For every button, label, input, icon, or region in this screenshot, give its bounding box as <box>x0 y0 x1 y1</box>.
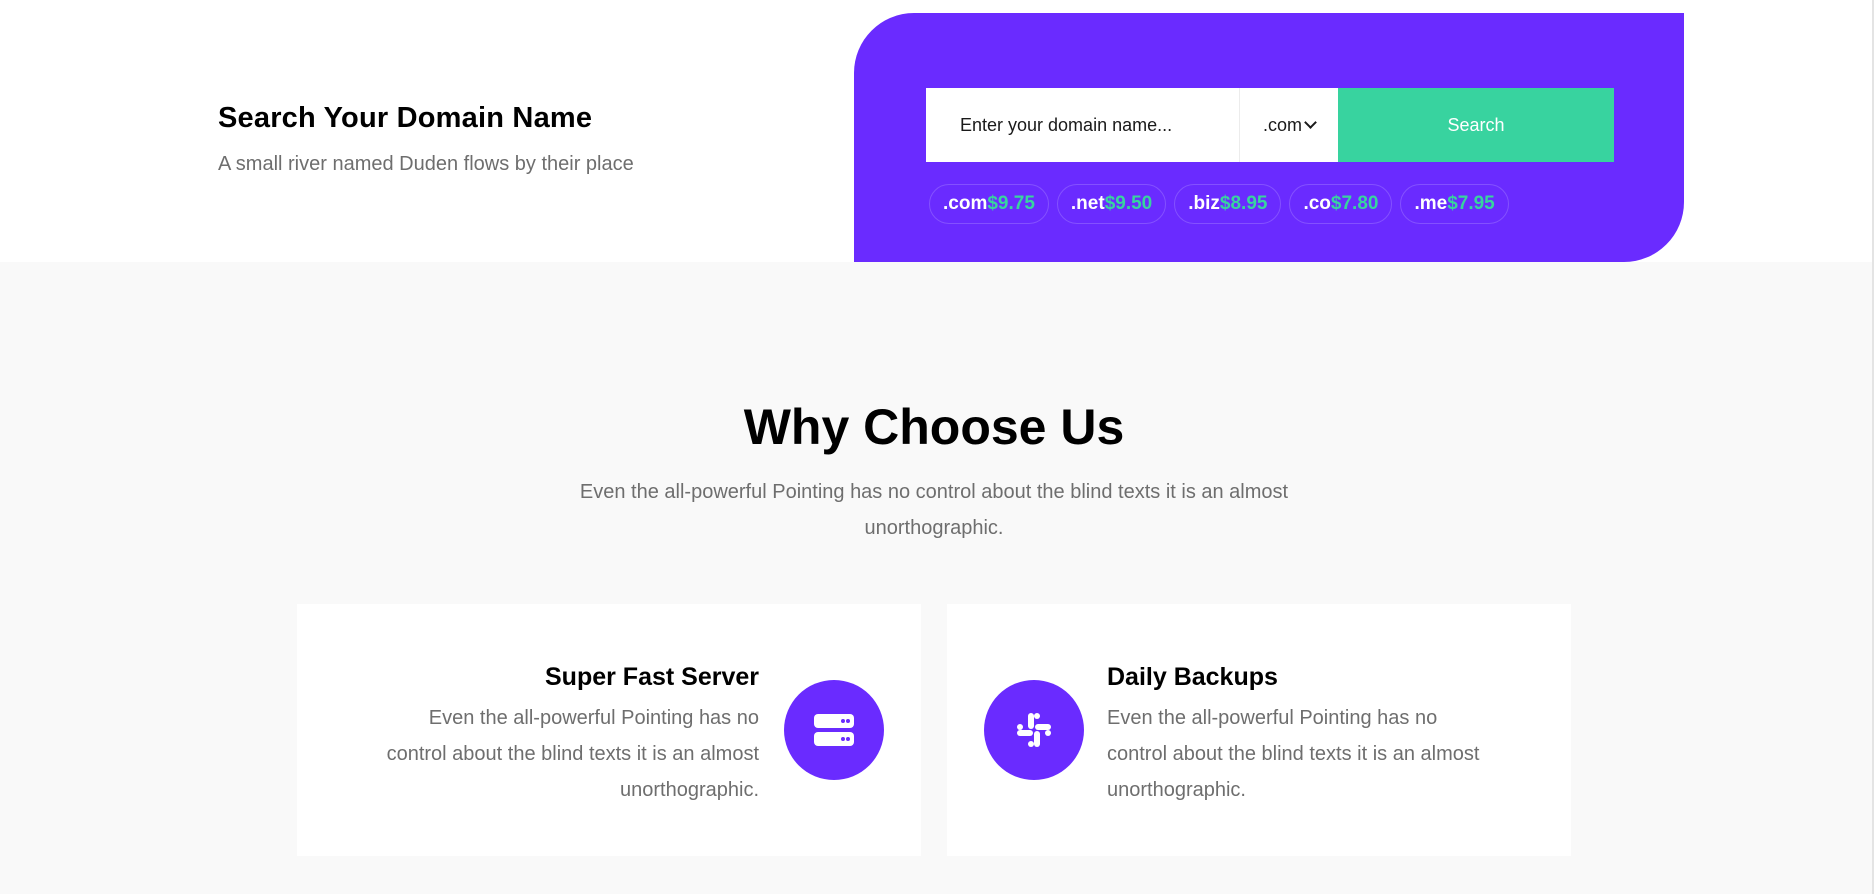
feature-title: Daily Backups <box>1107 663 1278 691</box>
feature-card-fast-server: Super Fast Server Even the all-powerful … <box>297 604 921 856</box>
tld-name: .biz <box>1188 193 1220 214</box>
why-choose-subtitle: Even the all-powerful Pointing has no co… <box>579 481 1289 539</box>
tld-price-item: .com $9.75 <box>929 184 1049 224</box>
slack-icon <box>984 680 1084 780</box>
feature-description: Even the all-powerful Pointing has no co… <box>1107 707 1480 801</box>
why-choose-title: Why Choose Us <box>743 399 1125 455</box>
tld-price-item: .me $7.95 <box>1400 184 1509 224</box>
domain-heading: Search Your Domain Name <box>218 102 593 134</box>
tld-price-item: .co $7.80 <box>1289 184 1393 224</box>
tld-price: $9.50 <box>1104 193 1153 214</box>
tld-price-list: .com $9.75 .net $9.50 .biz $8.95 .co $7.… <box>929 184 1509 224</box>
server-icon <box>784 680 884 780</box>
tld-select-value: .com <box>1262 114 1302 135</box>
tld-name: .co <box>1303 193 1331 214</box>
feature-card-daily-backups: Daily Backups Even the all-powerful Poin… <box>947 604 1571 856</box>
feature-description: Even the all-powerful Pointing has no co… <box>386 707 759 801</box>
feature-title: Super Fast Server <box>545 663 759 691</box>
tld-price: $9.75 <box>987 193 1035 214</box>
tld-price: $7.95 <box>1447 193 1495 214</box>
tld-select[interactable]: .com <box>1239 88 1338 162</box>
tld-price: $7.80 <box>1330 193 1379 214</box>
domain-subtitle: A small river named Duden flows by their… <box>218 153 634 175</box>
tld-price-item: .net $9.50 <box>1056 184 1167 224</box>
why-section <box>0 262 1874 894</box>
domain-search-form: .com Search <box>926 88 1614 162</box>
tld-price: $8.95 <box>1219 193 1268 214</box>
domain-search-panel: .com Search .com $9.75 .net $9.50 .biz $… <box>854 13 1684 262</box>
tld-price-item: .biz $8.95 <box>1174 184 1282 224</box>
tld-name: .me <box>1414 193 1448 214</box>
search-button[interactable]: Search <box>1338 88 1614 162</box>
domain-search-input[interactable] <box>926 88 1239 162</box>
tld-name: .com <box>943 193 988 214</box>
tld-name: .net <box>1070 193 1105 214</box>
chevron-down-icon <box>1304 115 1317 129</box>
